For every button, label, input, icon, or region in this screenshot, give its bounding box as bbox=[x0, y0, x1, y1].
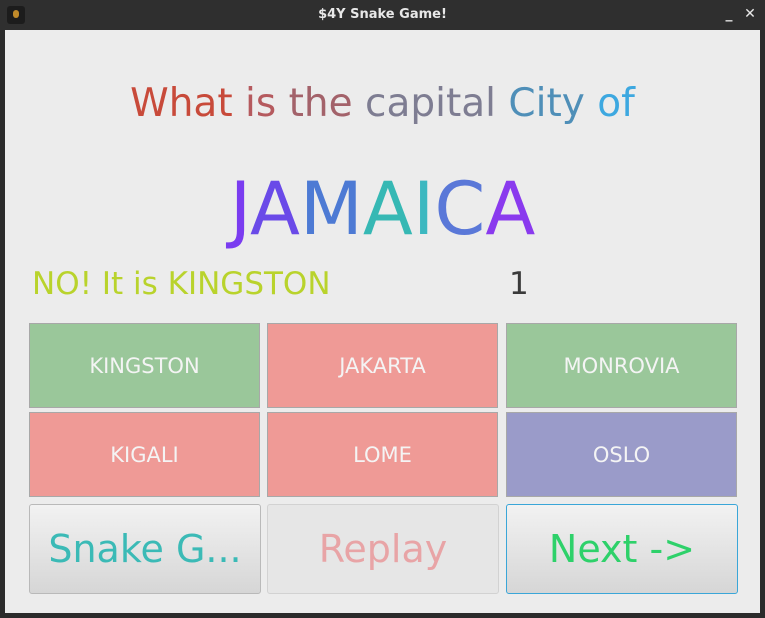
country-letter: A bbox=[362, 167, 413, 252]
minimize-button[interactable]: _ bbox=[720, 5, 738, 23]
question-word: is bbox=[245, 81, 277, 126]
title-bar: $4Y Snake Game! _ ✕ bbox=[0, 0, 765, 30]
question-word: What bbox=[130, 81, 233, 126]
question-word: of bbox=[597, 81, 635, 126]
country-name: JAMAICA bbox=[5, 168, 760, 252]
score-counter: 1 bbox=[509, 266, 529, 302]
feedback-message: NO! It is KINGSTON bbox=[32, 266, 331, 302]
country-letter: I bbox=[412, 167, 435, 252]
answer-button[interactable]: LOME bbox=[267, 412, 498, 497]
game-panel: What is the capital City of JAMAICA NO! … bbox=[5, 30, 760, 613]
snake-game-button[interactable]: Snake G... bbox=[29, 504, 261, 594]
answer-button[interactable]: KIGALI bbox=[29, 412, 260, 497]
close-button[interactable]: ✕ bbox=[741, 5, 759, 23]
answer-button[interactable]: OSLO bbox=[506, 412, 737, 497]
question-text: What is the capital City of bbox=[5, 80, 760, 128]
replay-button[interactable]: Replay bbox=[267, 504, 499, 594]
window-title: $4Y Snake Game! bbox=[318, 7, 447, 22]
answer-button[interactable]: MONROVIA bbox=[506, 323, 737, 408]
country-letter: A bbox=[485, 167, 536, 252]
country-letter: C bbox=[434, 167, 486, 252]
country-letter: A bbox=[249, 167, 300, 252]
next-button[interactable]: Next -> bbox=[506, 504, 738, 594]
question-word: capital bbox=[365, 81, 496, 126]
answer-button[interactable]: KINGSTON bbox=[29, 323, 260, 408]
question-word: City bbox=[508, 81, 585, 126]
question-word: the bbox=[288, 81, 353, 126]
country-letter: M bbox=[299, 167, 363, 252]
answer-button[interactable]: JAKARTA bbox=[267, 323, 498, 408]
country-letter: J bbox=[229, 167, 250, 252]
